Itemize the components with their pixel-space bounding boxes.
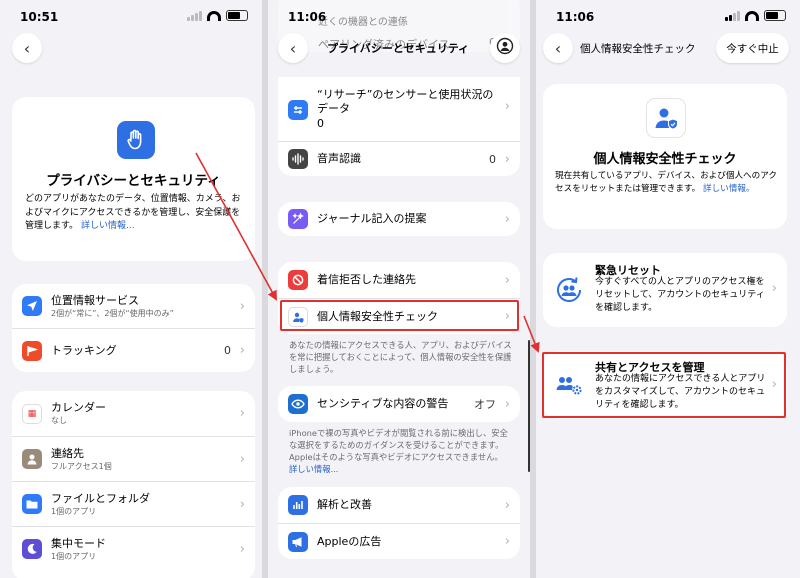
location-services-row[interactable]: 位置情報サービス 2個が“常に”、2個が“使用中のみ” › bbox=[12, 284, 255, 328]
chevron-left-icon: ‹ bbox=[23, 38, 31, 58]
signal-icon bbox=[725, 10, 740, 21]
journal-sparkle-icon bbox=[288, 209, 308, 229]
location-tracking-group: 位置情報サービス 2個が“常に”、2個が“使用中のみ” › トラッキング 0 › bbox=[12, 284, 255, 372]
wifi-icon bbox=[745, 10, 759, 21]
location-arrow-icon bbox=[22, 296, 42, 316]
battery-icon bbox=[764, 10, 786, 21]
calendar-row[interactable]: ▦ カレンダー なし › bbox=[12, 391, 255, 436]
nav-title: 個人情報安全性チェック bbox=[580, 43, 696, 55]
tracking-row[interactable]: トラッキング 0 › bbox=[12, 328, 255, 372]
eye-warning-icon bbox=[288, 394, 308, 414]
chevron-right-icon: › bbox=[504, 396, 510, 412]
status-bar: 10:51 bbox=[0, 10, 262, 28]
app-access-group: ▦ カレンダー なし › 連絡先 フルアクセス1個 › ファイルとフォルダ 1個… bbox=[12, 391, 255, 578]
journal-group: ジャーナル記入の提案 › bbox=[278, 202, 520, 236]
status-time: 11:06 bbox=[556, 10, 595, 24]
chevron-right-icon: › bbox=[504, 99, 510, 114]
chevron-right-icon: › bbox=[504, 211, 510, 227]
emergency-reset-desc: 今すぐすべての人とアプリのアクセス権をリセットして、アカウントのセキュリティを確… bbox=[595, 277, 765, 313]
sensitive-note: iPhoneで裸の写真やビデオが閲覧される前に検出し、安全な選択をするためのガイ… bbox=[289, 428, 508, 474]
chevron-left-icon: ‹ bbox=[554, 38, 562, 58]
block-icon bbox=[288, 270, 308, 290]
back-button[interactable]: ‹ bbox=[12, 33, 42, 63]
manage-sharing-desc: あなたの情報にアクセスできる人とアプリをカスタマイズして、アカウントのセキュリテ… bbox=[595, 374, 766, 410]
signal-icon bbox=[187, 10, 202, 21]
status-bar: 11:06 bbox=[536, 10, 800, 28]
speech-recognition-row[interactable]: 音声認識 0 › bbox=[278, 141, 520, 176]
sensitive-learn-more-link[interactable]: 詳しい情報... bbox=[289, 464, 338, 474]
learn-more-link[interactable]: 詳しい情報... bbox=[81, 221, 135, 231]
chevron-right-icon: › bbox=[504, 272, 510, 288]
analytics-row[interactable]: 解析と改善 › bbox=[278, 487, 520, 523]
person-shield-icon bbox=[288, 306, 308, 327]
emergency-reset-card[interactable]: 緊急リセット 今すぐすべての人とアプリのアクセス権をリセットして、アカウントのセ… bbox=[543, 253, 787, 327]
privacy-hero-card: プライバシーとセキュリティ どのアプリがあなたのデータ、位置情報、カメラ、および… bbox=[12, 97, 255, 261]
safety-check-screen: 11:06 ‹ 個人情報安全性チェック 今すぐ中止 個人情報安全性チェック 現在… bbox=[536, 0, 800, 578]
folder-icon bbox=[22, 494, 42, 514]
chevron-right-icon: › bbox=[239, 406, 245, 421]
safety-check-row[interactable]: 個人情報安全性チェック › bbox=[278, 298, 520, 334]
files-folders-row[interactable]: ファイルとフォルダ 1個のアプリ › bbox=[12, 481, 255, 526]
safety-check-note: あなたの情報にアクセスできる人、アプリ、およびデバイスを常に把握しておくことによ… bbox=[289, 340, 512, 374]
privacy-list-screen: 近くの機器との連係 ペアリング済みのデバイス 0 11:06 ‹ プライバシーと… bbox=[268, 0, 530, 578]
hero-title: 個人情報安全性チェック bbox=[593, 152, 737, 167]
chevron-right-icon: › bbox=[239, 541, 245, 557]
wifi-icon bbox=[207, 10, 221, 21]
sensitive-content-row[interactable]: センシティブな内容の警告 オフ › bbox=[278, 386, 520, 422]
blocked-safety-group: 着信拒否した連絡先 › 個人情報安全性チェック › bbox=[278, 262, 520, 334]
status-time: 10:51 bbox=[20, 10, 59, 24]
reset-people-icon bbox=[554, 275, 584, 305]
hand-raised-icon bbox=[117, 121, 155, 159]
learn-more-link[interactable]: 詳しい情報。 bbox=[703, 184, 755, 194]
status-time: 11:06 bbox=[288, 10, 327, 24]
hero-title: プライバシーとセキュリティ bbox=[46, 173, 221, 189]
chevron-right-icon: › bbox=[239, 496, 245, 512]
contacts-icon bbox=[22, 449, 42, 469]
chevron-right-icon: › bbox=[239, 343, 245, 358]
bar-chart-icon bbox=[288, 495, 308, 515]
chevron-right-icon: › bbox=[504, 151, 510, 167]
megaphone-icon bbox=[288, 531, 308, 552]
chevron-right-icon: › bbox=[504, 534, 510, 549]
people-gear-icon bbox=[554, 372, 584, 398]
tracking-icon bbox=[22, 340, 42, 361]
status-bar: 11:06 bbox=[268, 10, 530, 28]
manage-sharing-card[interactable]: 共有とアクセスを管理 あなたの情報にアクセスできる人とアプリをカスタマイズして、… bbox=[543, 351, 787, 419]
sensitive-group: センシティブな内容の警告 オフ › bbox=[278, 386, 520, 422]
back-button[interactable]: ‹ bbox=[278, 33, 308, 63]
contacts-row[interactable]: 連絡先 フルアクセス1個 › bbox=[12, 436, 255, 481]
nav-title: プライバシーとセキュリティ bbox=[326, 42, 470, 55]
chevron-right-icon: › bbox=[504, 309, 510, 324]
scroll-indicator bbox=[528, 340, 530, 472]
waveform-icon bbox=[288, 149, 308, 169]
chevron-right-icon: › bbox=[239, 298, 245, 314]
back-button[interactable]: ‹ bbox=[543, 33, 573, 63]
person-shield-icon bbox=[646, 98, 686, 138]
apple-ads-row[interactable]: Appleの広告 › bbox=[278, 523, 520, 559]
research-icon bbox=[288, 100, 308, 120]
account-button[interactable] bbox=[490, 33, 520, 63]
focus-row[interactable]: 集中モード 1個のアプリ › bbox=[12, 526, 255, 571]
safety-hero-card: 個人情報安全性チェック 現在共有しているアプリ、デバイス、および個人へのアクセス… bbox=[543, 84, 787, 229]
chevron-left-icon: ‹ bbox=[289, 38, 297, 58]
chevron-right-icon: › bbox=[771, 281, 777, 296]
analytics-ads-group: 解析と改善 › Appleの広告 › bbox=[278, 487, 520, 559]
calendar-icon: ▦ bbox=[22, 403, 42, 424]
chevron-right-icon: › bbox=[239, 451, 245, 467]
hero-description: どのアプリがあなたのデータ、位置情報、カメラ、およびマイクにアクセスできるかを管… bbox=[25, 194, 241, 231]
research-row[interactable]: “リサーチ”のセンサーと使用状況のデータ 0 › bbox=[278, 77, 520, 141]
chevron-right-icon: › bbox=[771, 377, 777, 392]
chevron-right-icon: › bbox=[504, 497, 510, 513]
moon-icon bbox=[22, 539, 42, 559]
hero-description: 現在共有しているアプリ、デバイス、および個人へのアクセスをリセットまたは管理でき… bbox=[555, 171, 777, 194]
battery-icon bbox=[226, 10, 248, 21]
person-circle-icon bbox=[496, 37, 514, 59]
blocked-contacts-row[interactable]: 着信拒否した連絡先 › bbox=[278, 262, 520, 298]
research-speech-group: “リサーチ”のセンサーと使用状況のデータ 0 › 音声認識 0 › bbox=[278, 77, 520, 176]
stop-now-button[interactable]: 今すぐ中止 bbox=[716, 33, 789, 63]
journal-suggestions-row[interactable]: ジャーナル記入の提案 › bbox=[278, 202, 520, 236]
privacy-settings-screen: 10:51 ‹ プライバシーとセキュリティ どのアプリがあなたのデータ、位置情報… bbox=[0, 0, 262, 578]
